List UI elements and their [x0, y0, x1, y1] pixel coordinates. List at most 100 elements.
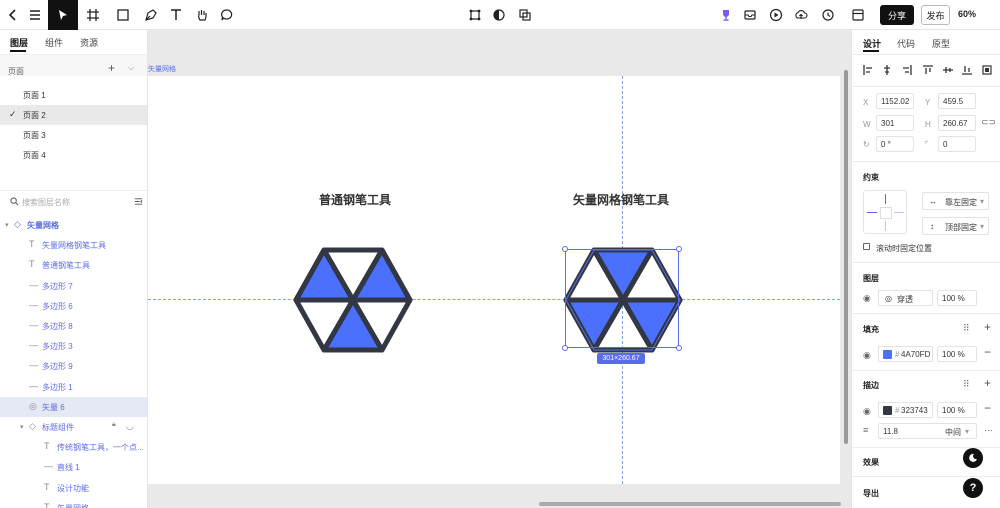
panel-layout-icon[interactable]	[845, 0, 871, 30]
constrain-proportions-icon[interactable]: ⊂⊃	[981, 117, 996, 128]
styles-grid-icon[interactable]: ⠿	[963, 323, 970, 334]
remove-stroke-icon[interactable]: −	[984, 401, 991, 415]
chevron-down-icon[interactable]: ⌵	[128, 63, 134, 73]
eye-icon[interactable]: ◉	[863, 293, 871, 304]
tab-prototype[interactable]: 原型	[932, 37, 950, 50]
distribute-icon[interactable]	[982, 65, 992, 75]
layer-item[interactable]: — 多边形 8	[0, 316, 147, 336]
resize-handle[interactable]	[676, 246, 682, 252]
layer-item[interactable]: T 传统钢笔工具，一个点...	[0, 437, 147, 457]
hand-tool-icon[interactable]	[189, 0, 215, 30]
radius-field[interactable]: 0	[938, 136, 976, 152]
tab-layers[interactable]: 图层	[10, 36, 28, 49]
constraint-horizontal-select[interactable]: ↔ 靠左固定 ▾	[922, 192, 989, 210]
comment-tool-icon[interactable]	[214, 0, 240, 30]
artboard[interactable]	[148, 76, 840, 484]
layer-item[interactable]: — 多边形 6	[0, 296, 147, 316]
zoom-level[interactable]: 60%	[958, 9, 976, 19]
remove-fill-icon[interactable]: −	[984, 345, 991, 359]
page-item-selected[interactable]: ✓ 页面 2	[0, 105, 147, 125]
vertical-scrollbar[interactable]	[844, 70, 848, 444]
help-button[interactable]: ?	[963, 478, 983, 498]
lock-icon[interactable]: 🔒︎	[112, 421, 116, 429]
collapse-layers-icon[interactable]	[134, 197, 143, 206]
layer-item[interactable]: ▾ ◇ 标题组件 🔒︎ ◡	[0, 417, 147, 437]
align-center-h-icon[interactable]	[882, 65, 892, 75]
triangle-filled[interactable]	[350, 247, 413, 303]
hexagon-normal-pen[interactable]	[292, 246, 414, 356]
fill-opacity-field[interactable]: 100 %	[937, 346, 977, 362]
resize-handle[interactable]	[562, 345, 568, 351]
y-field[interactable]: 459.5	[938, 93, 976, 109]
layer-item[interactable]: T 设计功能	[0, 478, 147, 498]
constraints-widget[interactable]	[863, 190, 907, 234]
layer-item[interactable]: — 多边形 7	[0, 276, 147, 296]
blend-mode-select[interactable]: ◎ 穿透	[878, 290, 933, 306]
inbox-icon[interactable]	[737, 0, 763, 30]
play-icon[interactable]	[763, 0, 789, 30]
x-field[interactable]: 1152.02	[876, 93, 914, 109]
share-button[interactable]: 分享	[880, 5, 914, 25]
pen-tool-icon[interactable]	[138, 0, 164, 30]
fixed-scroll-checkbox[interactable]	[863, 243, 870, 250]
more-options-icon[interactable]: ···	[984, 425, 993, 435]
resize-handle[interactable]	[676, 345, 682, 351]
stroke-color-field[interactable]: # 323743	[878, 402, 933, 418]
move-tool-icon[interactable]	[48, 0, 78, 30]
layer-opacity-field[interactable]: 100 %	[937, 290, 977, 306]
component-icon[interactable]	[462, 0, 488, 30]
mask-icon[interactable]	[486, 0, 512, 30]
tab-assets[interactable]: 资源	[80, 36, 98, 49]
fill-color-field[interactable]: # 4A70FD	[878, 346, 933, 362]
menu-icon[interactable]	[22, 0, 48, 30]
hidden-eye-icon[interactable]: ◡	[126, 421, 134, 432]
stroke-opacity-field[interactable]: 100 %	[937, 402, 977, 418]
align-top-icon[interactable]	[923, 65, 933, 75]
align-bottom-icon[interactable]	[962, 65, 972, 75]
eye-icon[interactable]: ◉	[863, 406, 871, 417]
history-icon[interactable]	[815, 0, 841, 30]
add-fill-icon[interactable]: +	[984, 320, 991, 334]
trophy-icon[interactable]	[713, 0, 739, 30]
height-field[interactable]: 260.67	[938, 115, 976, 131]
title-normal-pen[interactable]: 普通钢笔工具	[319, 191, 391, 208]
page-item[interactable]: 页面 3	[0, 125, 147, 145]
page-item[interactable]: 页面 4	[0, 145, 147, 165]
layer-item[interactable]: — 多边形 9	[0, 356, 147, 376]
canvas[interactable]: 矢量网格 普通钢笔工具 矢量网格钢笔工具 301×260.67	[148, 30, 848, 508]
artboard-label[interactable]: 矢量网格	[148, 64, 176, 74]
layer-search[interactable]: 搜索图层名称	[0, 190, 147, 212]
tab-design[interactable]: 设计	[863, 37, 881, 50]
align-right-icon[interactable]	[902, 65, 912, 75]
layer-item[interactable]: T 普通钢笔工具	[0, 255, 147, 275]
boolean-icon[interactable]	[512, 0, 538, 30]
resize-handle[interactable]	[562, 246, 568, 252]
horizontal-scrollbar[interactable]	[539, 502, 841, 506]
text-tool-icon[interactable]	[163, 0, 189, 30]
stroke-width-field[interactable]: 11.8 中间 ▾	[878, 423, 977, 439]
page-item[interactable]: 页面 1	[0, 85, 147, 105]
eye-icon[interactable]: ◉	[863, 350, 871, 361]
add-stroke-icon[interactable]: +	[984, 376, 991, 390]
add-page-icon[interactable]: +	[108, 61, 115, 75]
frame-tool-icon[interactable]	[80, 0, 106, 30]
title-vector-pen[interactable]: 矢量网格钢笔工具	[573, 191, 669, 208]
selection-box[interactable]	[565, 249, 679, 348]
layer-item[interactable]: ◎ 矢量 6	[0, 396, 147, 417]
expand-icon[interactable]: ▾	[20, 423, 24, 431]
layer-item[interactable]: — 多边形 3	[0, 336, 147, 356]
tab-components[interactable]: 组件	[45, 36, 63, 49]
layer-item[interactable]: T 矢量网格	[0, 498, 147, 508]
align-left-icon[interactable]	[863, 65, 873, 75]
rectangle-tool-icon[interactable]	[110, 0, 136, 30]
triangle-filled[interactable]	[293, 247, 356, 303]
styles-grid-icon[interactable]: ⠿	[963, 379, 970, 390]
publish-button[interactable]: 发布	[921, 5, 950, 25]
constraint-vertical-select[interactable]: ↕ 顶部固定 ▾	[922, 217, 989, 235]
triangle-filled[interactable]	[321, 297, 385, 353]
width-field[interactable]: 301	[876, 115, 914, 131]
layer-item[interactable]: T 矢量网格钢笔工具	[0, 235, 147, 255]
tab-code[interactable]: 代码	[897, 37, 915, 50]
align-center-v-icon[interactable]	[943, 65, 953, 75]
layer-item[interactable]: — 多边形 1	[0, 377, 147, 397]
